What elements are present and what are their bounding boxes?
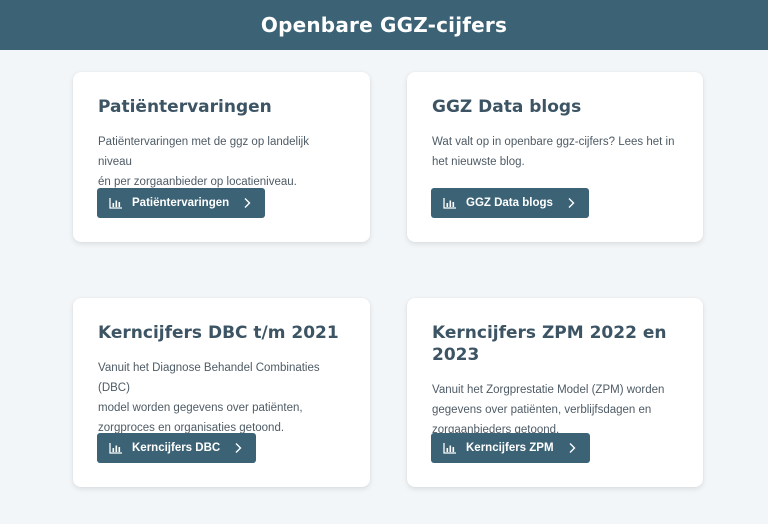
card-description: Patiëntervaringen met de ggz op landelij… — [98, 132, 346, 192]
card-description: Vanuit het Zorgprestatie Model (ZPM) wor… — [432, 380, 679, 440]
card-description-line: Vanuit het Zorgprestatie Model (ZPM) wor… — [432, 384, 665, 396]
card-description-line: het nieuwste blog. — [432, 156, 525, 168]
chevron-right-icon — [234, 442, 242, 454]
chevron-right-icon — [567, 197, 575, 209]
button-label: GGZ Data blogs — [466, 197, 553, 209]
button-label: Kerncijfers ZPM — [466, 442, 554, 454]
button-label: Patiëntervaringen — [132, 197, 230, 209]
bar-chart-icon — [443, 197, 457, 209]
card-ggz-data-blogs: GGZ Data blogs Wat valt op in openbare g… — [407, 72, 703, 242]
chevron-right-icon — [243, 197, 251, 209]
card-description-line: gegevens over patiënten, verblijfsdagen … — [432, 404, 652, 416]
card-title: GGZ Data blogs — [432, 97, 582, 117]
patientervaringen-button[interactable]: Patiëntervaringen — [97, 188, 266, 218]
bar-chart-icon — [443, 442, 457, 454]
ggz-data-blogs-button[interactable]: GGZ Data blogs — [431, 188, 589, 218]
kerncijfers-dbc-button[interactable]: Kerncijfers DBC — [97, 433, 257, 463]
card-description-line: én per zorgaanbieder op locatieniveau. — [98, 176, 297, 188]
kerncijfers-zpm-button[interactable]: Kerncijfers ZPM — [431, 433, 590, 463]
card-patientervaringen: Patiëntervaringen Patiëntervaringen met … — [73, 72, 370, 242]
card-title: Kerncijfers ZPM 2022 en 2023 — [432, 323, 667, 365]
card-title: Kerncijfers DBC t/m 2021 — [98, 323, 339, 343]
card-title: Patiëntervaringen — [98, 97, 272, 117]
card-description-line: Wat valt op in openbare ggz-cijfers? Lee… — [432, 136, 675, 148]
bar-chart-icon — [109, 197, 123, 209]
card-description-line: model worden gegevens over patiënten, — [98, 402, 303, 414]
page-header: Openbare GGZ-cijfers — [0, 0, 768, 50]
bar-chart-icon — [109, 442, 123, 454]
button-label: Kerncijfers DBC — [132, 442, 221, 454]
page-title: Openbare GGZ-cijfers — [260, 13, 508, 37]
card-description-line: Patiëntervaringen met de ggz op landelij… — [98, 136, 309, 168]
card-description: Wat valt op in openbare ggz-cijfers? Lee… — [432, 132, 679, 172]
card-kerncijfers-zpm: Kerncijfers ZPM 2022 en 2023 Vanuit het … — [407, 298, 703, 487]
card-description-line: Vanuit het Diagnose Behandel Combinaties… — [98, 362, 320, 394]
card-description: Vanuit het Diagnose Behandel Combinaties… — [98, 358, 346, 438]
card-kerncijfers-dbc: Kerncijfers DBC t/m 2021 Vanuit het Diag… — [73, 298, 370, 487]
chevron-right-icon — [568, 442, 576, 454]
